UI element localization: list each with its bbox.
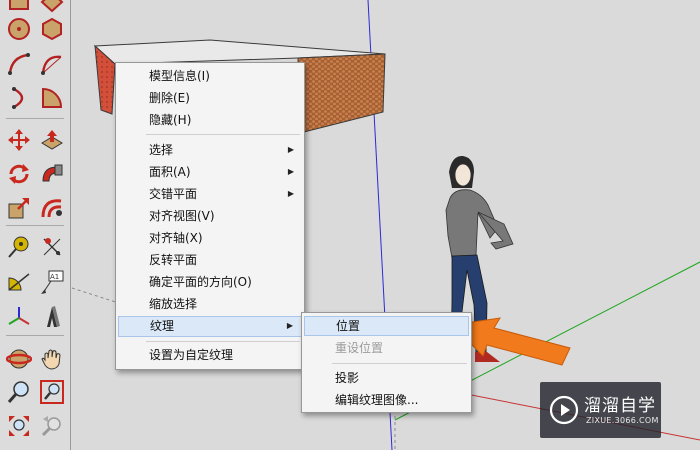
polygon-icon[interactable]	[38, 15, 66, 43]
toolbar-separator	[6, 225, 64, 226]
offset-icon[interactable]	[38, 194, 66, 222]
previous-view-icon[interactable]	[38, 412, 66, 440]
menu-item-model-info[interactable]: 模型信息(I)	[118, 66, 302, 86]
menu-item-reverse-faces[interactable]: 反转平面	[118, 250, 302, 270]
menu-separator	[146, 341, 300, 342]
tool-palette: A1	[0, 0, 71, 450]
scale-icon[interactable]	[5, 194, 33, 222]
menu-separator	[146, 134, 300, 135]
menu-item-orient-faces[interactable]: 确定平面的方向(O)	[118, 272, 302, 292]
watermark-name: 溜溜自学	[584, 396, 656, 416]
text-icon[interactable]: A1	[38, 268, 66, 296]
menu-item-label: 投影	[335, 371, 360, 385]
zoom-icon[interactable]	[5, 378, 33, 406]
submenu-arrow-icon: ▶	[286, 321, 293, 330]
context-menu: 模型信息(I) 删除(E) 隐藏(H) 选择 ▶ 面积(A) ▶ 交错平面 ▶ 对齐视…	[115, 62, 305, 370]
orbit-icon[interactable]	[5, 345, 33, 373]
menu-item-label: 确定平面的方向(O)	[149, 275, 252, 289]
axes-icon[interactable]	[5, 303, 33, 331]
pan-icon[interactable]	[38, 345, 66, 373]
menu-item-label: 缩放选择	[149, 297, 198, 311]
menu-item-label: 删除(E)	[149, 91, 190, 105]
zoom-window-icon[interactable]	[38, 378, 66, 406]
submenu-item-reset-position: 重设位置	[304, 338, 469, 358]
circle-icon[interactable]	[5, 15, 33, 43]
menu-item-label: 选择	[149, 143, 174, 157]
menu-item-label: 隐藏(H)	[149, 113, 192, 127]
submenu-item-edit-texture-image[interactable]: 编辑纹理图像...	[304, 390, 469, 410]
rectangle-icon[interactable]	[5, 0, 33, 16]
menu-item-label: 重设位置	[335, 341, 384, 355]
submenu-arrow-icon: ▶	[287, 167, 294, 176]
rotate-icon[interactable]	[5, 160, 33, 188]
rotated-rectangle-icon[interactable]	[38, 0, 66, 16]
two-point-arc-icon[interactable]	[38, 50, 66, 78]
watermark-url: ZIXUE.3066.COM	[586, 416, 659, 425]
three-point-arc-icon[interactable]	[5, 84, 33, 112]
menu-item-label: 反转平面	[149, 253, 198, 267]
menu-item-texture[interactable]: 纹理 ▶	[118, 316, 302, 337]
menu-item-label: 交错平面	[149, 187, 198, 201]
submenu-arrow-icon: ▶	[287, 145, 294, 154]
move-icon[interactable]	[5, 126, 33, 154]
pie-icon[interactable]	[38, 84, 66, 112]
menu-item-intersect-faces[interactable]: 交错平面 ▶	[118, 184, 302, 204]
zoom-extents-icon[interactable]	[5, 412, 33, 440]
watermark: 溜溜自学 ZIXUE.3066.COM	[540, 382, 661, 438]
toolbar-separator	[6, 118, 64, 119]
push-pull-icon[interactable]	[38, 126, 66, 154]
submenu-item-projected[interactable]: 投影	[304, 368, 469, 388]
menu-item-label: 对齐轴(X)	[149, 231, 203, 245]
menu-item-label: 模型信息(I)	[149, 69, 210, 83]
protractor-icon[interactable]	[5, 268, 33, 296]
tape-measure-icon[interactable]	[5, 233, 33, 261]
menu-item-zoom-selection[interactable]: 缩放选择	[118, 294, 302, 314]
menu-item-hide[interactable]: 隐藏(H)	[118, 110, 302, 130]
menu-separator	[332, 363, 467, 364]
menu-item-label: 位置	[336, 319, 361, 333]
menu-item-delete[interactable]: 删除(E)	[118, 88, 302, 108]
submenu-item-position[interactable]: 位置	[304, 316, 469, 336]
menu-item-label: 纹理	[150, 319, 175, 333]
svg-text:A1: A1	[50, 273, 59, 281]
box-right-face	[297, 53, 386, 134]
arc-icon[interactable]	[5, 50, 33, 78]
menu-item-make-unique-texture[interactable]: 设置为自定纹理	[118, 345, 302, 365]
menu-item-area[interactable]: 面积(A) ▶	[118, 162, 302, 182]
menu-item-label: 编辑纹理图像...	[335, 393, 419, 407]
menu-item-select[interactable]: 选择 ▶	[118, 140, 302, 160]
menu-item-label: 设置为自定纹理	[149, 348, 234, 362]
menu-item-align-view[interactable]: 对齐视图(V)	[118, 206, 302, 226]
menu-item-label: 对齐视图(V)	[149, 209, 215, 223]
menu-item-label: 面积(A)	[149, 165, 191, 179]
dimension-icon[interactable]	[38, 233, 66, 261]
3d-text-icon[interactable]	[38, 303, 66, 331]
texture-submenu: 位置 重设位置 投影 编辑纹理图像...	[301, 312, 472, 413]
play-logo-icon	[549, 395, 579, 425]
menu-item-align-axes[interactable]: 对齐轴(X)	[118, 228, 302, 248]
follow-me-icon[interactable]	[38, 160, 66, 188]
submenu-arrow-icon: ▶	[287, 189, 294, 198]
toolbar-separator	[6, 335, 64, 336]
